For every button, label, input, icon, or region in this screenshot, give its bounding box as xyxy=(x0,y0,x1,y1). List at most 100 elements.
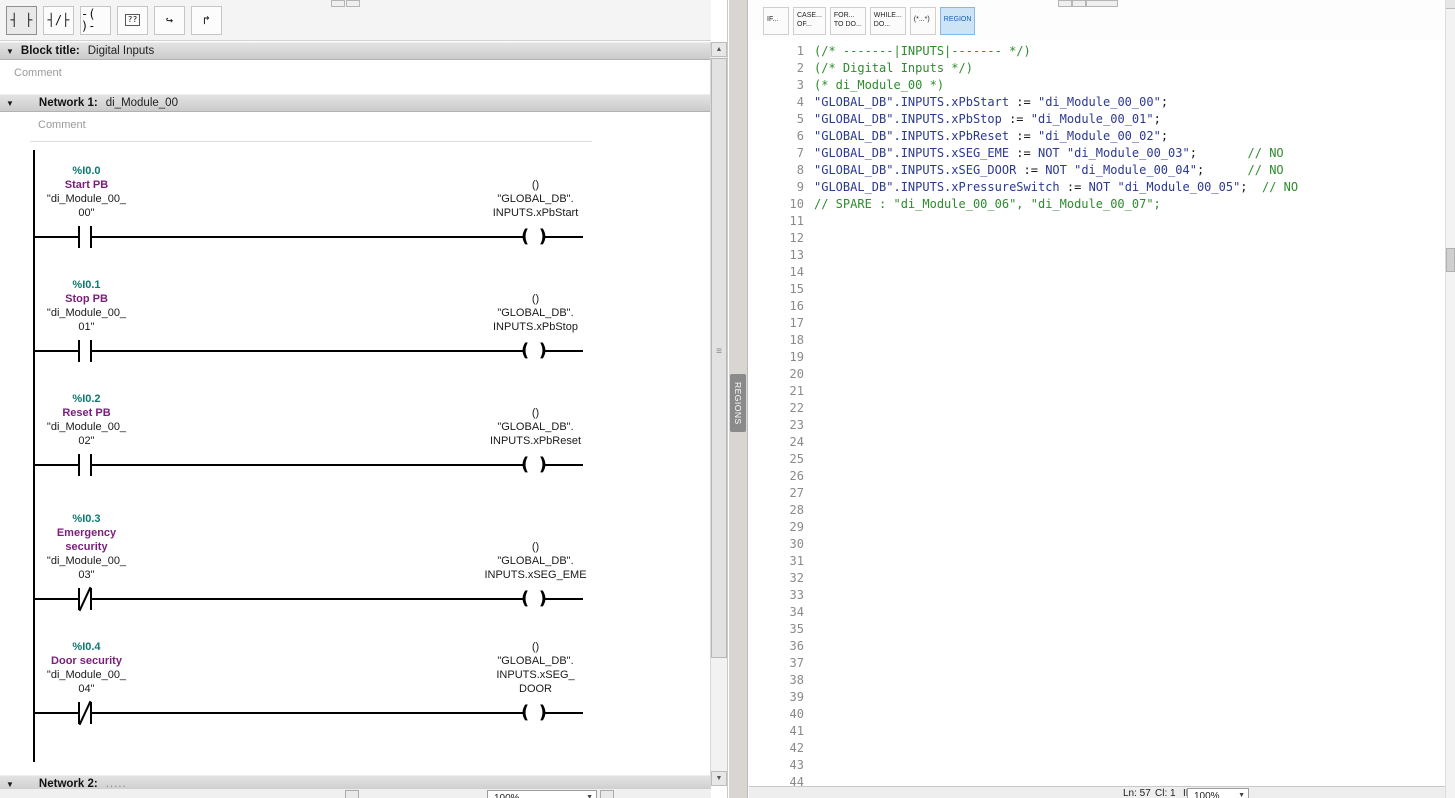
coil-label-block[interactable]: ()"GLOBAL_DB".INPUTS.xSEG_EME xyxy=(468,540,603,582)
lad-zoom-select[interactable]: 100% ▼ xyxy=(487,790,597,798)
code-line[interactable]: 4"GLOBAL_DB".INPUTS.xPbStart := "di_Modu… xyxy=(749,94,1445,111)
scl-zoom-select[interactable]: 100% ▼ xyxy=(1187,788,1249,798)
regions-tab[interactable]: REGIONS xyxy=(730,374,746,432)
scrollbar-fragment[interactable] xyxy=(331,0,345,7)
contact-label-block[interactable]: %I0.2Reset PB"di_Module_00_02" xyxy=(14,392,159,448)
scl-vertical-scrollbar[interactable] xyxy=(1445,0,1455,798)
no-contact-symbol[interactable] xyxy=(75,453,95,477)
code-line[interactable]: 6"GLOBAL_DB".INPUTS.xPbReset := "di_Modu… xyxy=(749,128,1445,145)
insert-nc-contact-button[interactable]: ┤/├ xyxy=(43,6,74,35)
insert-for-button[interactable]: FOR...TO DO... xyxy=(830,7,866,35)
code-line[interactable]: 2(/* Digital Inputs */) xyxy=(749,60,1445,77)
block-title-row[interactable]: ▼ Block title: Digital Inputs xyxy=(0,42,711,60)
code-line[interactable]: 44 xyxy=(749,774,1445,786)
code-line[interactable]: 26 xyxy=(749,468,1445,485)
scroll-up-button[interactable]: ▲ xyxy=(711,42,727,57)
code-line[interactable]: 9"GLOBAL_DB".INPUTS.xPressureSwitch := N… xyxy=(749,179,1445,196)
code-line[interactable]: 16 xyxy=(749,298,1445,315)
block-comment-field[interactable]: Comment xyxy=(0,61,711,93)
code-line[interactable]: 38 xyxy=(749,672,1445,689)
code-line[interactable]: 10// SPARE : "di_Module_00_06", "di_Modu… xyxy=(749,196,1445,213)
contact-label-block[interactable]: %I0.3Emergencysecurity"di_Module_00_03" xyxy=(14,512,159,582)
code-line[interactable]: 42 xyxy=(749,740,1445,757)
contact-label-block[interactable]: %I0.4Door security"di_Module_00_04" xyxy=(14,640,159,696)
scroll-right-button[interactable] xyxy=(600,790,614,798)
scrollbar-fragment[interactable] xyxy=(1072,0,1086,7)
code-line[interactable]: 15 xyxy=(749,281,1445,298)
ladder-rung[interactable]: %I0.3Emergencysecurity"di_Module_00_03" (… xyxy=(0,478,650,612)
code-line[interactable]: 18 xyxy=(749,332,1445,349)
code-line[interactable]: 8"GLOBAL_DB".INPUTS.xSEG_DOOR := NOT "di… xyxy=(749,162,1445,179)
block-title-value[interactable]: Digital Inputs xyxy=(88,45,154,57)
ladder-rung[interactable]: %I0.2Reset PB"di_Module_00_02" ()"GLOBAL_… xyxy=(0,364,650,478)
open-branch-button[interactable]: ↪ xyxy=(154,6,185,35)
code-line[interactable]: 33 xyxy=(749,587,1445,604)
code-line[interactable]: 36 xyxy=(749,638,1445,655)
collapse-triangle-icon[interactable]: ▼ xyxy=(6,99,14,108)
coil-label-block[interactable]: ()"GLOBAL_DB".INPUTS.xPbReset xyxy=(468,406,603,448)
coil-symbol[interactable]: () xyxy=(517,452,551,478)
ladder-workspace[interactable]: %I0.0Start PB"di_Module_00_00" ()"GLOBAL_… xyxy=(0,142,711,775)
no-contact-symbol[interactable] xyxy=(75,339,95,363)
code-line[interactable]: 30 xyxy=(749,536,1445,553)
code-line[interactable]: 31 xyxy=(749,553,1445,570)
nc-contact-symbol[interactable] xyxy=(75,587,95,611)
lad-vertical-scrollbar[interactable]: ▲ ≡ ▼ xyxy=(710,42,727,786)
coil-label-block[interactable]: ()"GLOBAL_DB".INPUTS.xSEG_DOOR xyxy=(468,640,603,696)
no-contact-symbol[interactable] xyxy=(75,225,95,249)
coil-label-block[interactable]: ()"GLOBAL_DB".INPUTS.xPbStop xyxy=(468,292,603,334)
close-branch-button[interactable]: ↱ xyxy=(191,6,222,35)
code-line[interactable]: 19 xyxy=(749,349,1445,366)
insert-coil-button[interactable]: -( )- xyxy=(80,6,111,35)
code-line[interactable]: 22 xyxy=(749,400,1445,417)
code-line[interactable]: 24 xyxy=(749,434,1445,451)
code-line[interactable]: 25 xyxy=(749,451,1445,468)
scrollbar-thumb[interactable]: ≡ xyxy=(711,58,727,658)
code-line[interactable]: 11 xyxy=(749,213,1445,230)
code-line[interactable]: 34 xyxy=(749,604,1445,621)
code-line[interactable]: 20 xyxy=(749,366,1445,383)
code-line[interactable]: 13 xyxy=(749,247,1445,264)
scroll-down-button[interactable]: ▼ xyxy=(711,771,727,786)
code-line[interactable]: 40 xyxy=(749,706,1445,723)
code-line[interactable]: 12 xyxy=(749,230,1445,247)
coil-symbol[interactable]: () xyxy=(517,586,551,612)
scl-code-area[interactable]: 1(/* -------|INPUTS|------- */)2(/* Digi… xyxy=(749,40,1445,786)
coil-symbol[interactable]: () xyxy=(517,700,551,726)
code-line[interactable]: 7"GLOBAL_DB".INPUTS.xSEG_EME := NOT "di_… xyxy=(749,145,1445,162)
code-line[interactable]: 5"GLOBAL_DB".INPUTS.xPbStop := "di_Modul… xyxy=(749,111,1445,128)
code-line[interactable]: 39 xyxy=(749,689,1445,706)
collapse-triangle-icon[interactable]: ▼ xyxy=(6,47,14,56)
ladder-rung[interactable]: %I0.4Door security"di_Module_00_04" ()"GL… xyxy=(0,612,650,726)
code-line[interactable]: 14 xyxy=(749,264,1445,281)
contact-label-block[interactable]: %I0.0Start PB"di_Module_00_00" xyxy=(14,164,159,220)
contact-label-block[interactable]: %I0.1Stop PB"di_Module_00_01" xyxy=(14,278,159,334)
scrollbar-fragment[interactable] xyxy=(1058,0,1072,7)
code-line[interactable]: 37 xyxy=(749,655,1445,672)
nc-contact-symbol[interactable] xyxy=(75,701,95,725)
code-line[interactable]: 41 xyxy=(749,723,1445,740)
code-line[interactable]: 1(/* -------|INPUTS|------- */) xyxy=(749,43,1445,60)
ladder-rung[interactable]: %I0.1Stop PB"di_Module_00_01" ()"GLOBAL_D… xyxy=(0,250,650,364)
insert-case-button[interactable]: CASE...OF... xyxy=(793,7,826,35)
panel-divider[interactable]: REGIONS xyxy=(729,0,748,798)
code-line[interactable]: 32 xyxy=(749,570,1445,587)
code-line[interactable]: 3(* di_Module_00 *) xyxy=(749,77,1445,94)
code-line[interactable]: 27 xyxy=(749,485,1445,502)
coil-label-block[interactable]: ()"GLOBAL_DB".INPUTS.xPbStart xyxy=(468,178,603,220)
scroll-up-button[interactable] xyxy=(1446,0,1455,9)
coil-symbol[interactable]: () xyxy=(517,224,551,250)
network1-title[interactable]: di_Module_00 xyxy=(106,97,178,109)
ladder-rung[interactable]: %I0.0Start PB"di_Module_00_00" ()"GLOBAL_… xyxy=(0,142,650,250)
code-line[interactable]: 21 xyxy=(749,383,1445,400)
scrollbar-fragment[interactable] xyxy=(1086,0,1118,7)
code-line[interactable]: 35 xyxy=(749,621,1445,638)
insert-no-contact-button[interactable]: ┤ ├ xyxy=(6,6,37,35)
scrollbar-thumb[interactable] xyxy=(1446,248,1455,272)
insert-empty-box-button[interactable]: ?? xyxy=(117,6,148,35)
insert-region-button[interactable]: REGION xyxy=(940,7,976,35)
insert-while-button[interactable]: WHILE...DO... xyxy=(870,7,906,35)
code-line[interactable]: 28 xyxy=(749,502,1445,519)
code-line[interactable]: 29 xyxy=(749,519,1445,536)
insert-comment-button[interactable]: (*...*) xyxy=(910,7,936,35)
